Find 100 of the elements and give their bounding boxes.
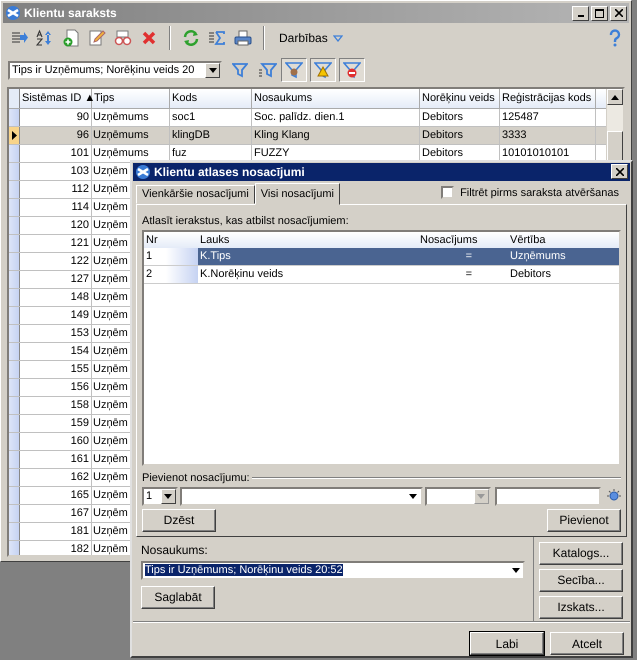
sum-icon[interactable]: [207, 28, 227, 48]
table-cell: 2: [144, 266, 198, 283]
filter-person-icon[interactable]: [281, 58, 307, 82]
up-arrow-icon: [611, 94, 619, 100]
filter-warning-icon[interactable]: [310, 58, 336, 82]
caret-icon: [164, 494, 172, 499]
table-cell: soc1: [170, 109, 252, 126]
filter-icon[interactable]: [231, 61, 249, 79]
table-cell: 167: [20, 505, 92, 522]
maximize-button[interactable]: [591, 6, 608, 20]
index-dropdown[interactable]: 1: [142, 486, 178, 506]
table-cell: 160: [20, 433, 92, 450]
table-cell: 153: [20, 325, 92, 342]
checkbox[interactable]: [441, 186, 454, 199]
table-cell: Uzņēmums: [92, 127, 170, 144]
table-cell: 149: [20, 307, 92, 324]
table-cell: 155: [20, 361, 92, 378]
app-icon: [5, 5, 21, 21]
table-cell-text: =: [464, 268, 473, 280]
tab[interactable]: Vienkāršie nosacījumi: [136, 184, 255, 204]
column-header: Nr: [145, 232, 159, 248]
filter-stop-icon[interactable]: [339, 58, 365, 82]
table-cell-text: K.Norēķinu veids: [199, 268, 284, 280]
actions-menu[interactable]: Darbības: [275, 29, 347, 47]
caret-icon: [332, 34, 343, 42]
caret-icon: [208, 68, 216, 72]
column-header[interactable]: Norēķinu veids: [420, 89, 500, 108]
refresh-icon[interactable]: [181, 28, 201, 48]
table-cell: 1: [144, 248, 198, 265]
column-header[interactable]: Nosaukums: [252, 89, 420, 108]
side-button[interactable]: Izskats...: [539, 596, 623, 619]
table-cell: 112: [20, 181, 92, 198]
column-header[interactable]: Tips: [92, 89, 170, 108]
window-title: Klientu saraksts: [24, 6, 117, 20]
table-cell: 120: [20, 217, 92, 234]
table-cell: 182: [20, 541, 92, 555]
minimize-button[interactable]: [572, 6, 589, 20]
column-header[interactable]: Kods: [170, 89, 252, 108]
table-cell: 101: [20, 145, 92, 162]
glasses-icon[interactable]: [113, 28, 133, 48]
table-cell: 96: [20, 127, 92, 144]
column-header: Lauks: [199, 234, 230, 246]
current-row-icon: [12, 131, 16, 140]
caret-icon: [512, 568, 520, 573]
table-cell: 127: [20, 271, 92, 288]
table-cell: 103: [20, 163, 92, 180]
save-button[interactable]: Saglabāt: [141, 586, 215, 609]
table-cell: klingDB: [170, 127, 252, 144]
ok-button[interactable]: Labi: [470, 632, 544, 655]
table-cell: 125487: [500, 109, 596, 126]
table-cell: 181: [20, 523, 92, 540]
table-cell: 158: [20, 397, 92, 414]
row-header[interactable]: [9, 127, 20, 144]
close-button[interactable]: [610, 6, 627, 20]
table-cell: Debitors: [420, 109, 500, 126]
table-cell-text: Uzņēmums: [510, 250, 567, 262]
print-icon[interactable]: [233, 28, 253, 48]
cancel-button[interactable]: Atcelt: [550, 632, 624, 655]
table-cell: 90: [20, 109, 92, 126]
column-header: Vērtība: [510, 234, 546, 246]
table-cell: 3333: [500, 127, 596, 144]
caret-icon: [409, 494, 418, 499]
maximize-icon: [595, 8, 604, 18]
table-cell: 154: [20, 343, 92, 360]
table-cell: 156: [20, 379, 92, 396]
table-cell: 161: [20, 451, 92, 468]
table-cell-text: =: [464, 250, 473, 262]
close-icon: [614, 9, 622, 17]
delete-button[interactable]: Dzēst: [142, 508, 216, 532]
table-cell: Soc. palīdz. dien.1: [252, 109, 420, 126]
row-header: [9, 89, 20, 108]
table-cell: 162: [20, 469, 92, 486]
table-cell: 122: [20, 253, 92, 270]
app-icon: [135, 164, 151, 180]
side-button[interactable]: Secība...: [539, 568, 623, 592]
close-icon: [616, 168, 624, 176]
table-cell: 159: [20, 415, 92, 432]
column-header[interactable]: Sistēmas ID ▲: [20, 89, 92, 108]
field-dropdown[interactable]: [180, 486, 423, 506]
column-header[interactable]: Reģistrācijas kods: [500, 89, 596, 108]
help-icon[interactable]: [607, 28, 623, 48]
filter-list-icon[interactable]: [258, 61, 278, 79]
scrollbar-thumb[interactable]: [607, 131, 623, 163]
table-cell: Debitors: [420, 127, 500, 144]
column-header: Nosacījums: [419, 234, 478, 246]
bulb-icon[interactable]: [607, 489, 621, 504]
add-button[interactable]: Pievienot: [547, 508, 621, 532]
table-cell: 165: [20, 487, 92, 504]
add-document-icon[interactable]: [61, 28, 81, 48]
table-cell-text: K.Tips: [199, 250, 232, 262]
value-field[interactable]: [494, 486, 602, 506]
tab[interactable]: Visi nosacījumi: [254, 182, 340, 205]
name-dropdown[interactable]: Tips ir Uzņēmums; Norēķinu veids 20:52: [141, 560, 525, 580]
side-button[interactable]: Katalogs...: [539, 542, 623, 565]
edit-icon[interactable]: [87, 28, 107, 48]
table-cell: Kling Klang: [252, 127, 420, 144]
filter-dropdown[interactable]: Tips ir Uzņēmums; Norēķinu veids 20: [8, 60, 222, 80]
close-button[interactable]: [611, 164, 628, 180]
table-cell: 121: [20, 235, 92, 252]
scroll-up-button[interactable]: [607, 89, 623, 105]
